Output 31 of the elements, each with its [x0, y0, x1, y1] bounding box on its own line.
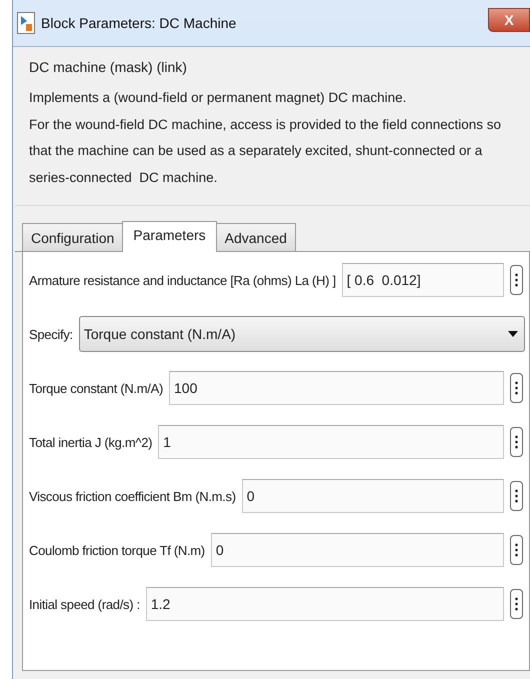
- input-field[interactable]: 1.2: [146, 587, 504, 621]
- description-line: For the wound-field DC machine, access is provided to the field connections so: [29, 116, 502, 134]
- more-options-icon[interactable]: [510, 481, 523, 511]
- more-options-icon[interactable]: [510, 265, 523, 295]
- caret-icon: [508, 331, 518, 337]
- description-line: that the machine can be used as a separately excited, shunt-connected or a: [29, 142, 484, 160]
- description-line: series-connected DC machine.: [29, 168, 218, 186]
- parameter-label: Armature resistance and inductance [Ra (ohms) La (H) ]: [29, 272, 336, 288]
- more-options-icon[interactable]: [510, 589, 523, 619]
- more-options-icon[interactable]: [510, 373, 523, 403]
- more-options-icon[interactable]: [510, 427, 523, 457]
- parameter-label: Coulomb friction torque Tf (N.m): [29, 542, 205, 558]
- more-options-icon[interactable]: [510, 535, 523, 565]
- block-icon: [17, 12, 35, 34]
- input-field[interactable]: [ 0.6 0.012]: [342, 263, 504, 297]
- description-line: Implements a (wound-field or permanent magnet) DC machine.: [29, 89, 408, 107]
- input-field[interactable]: 0: [210, 533, 504, 567]
- input-field[interactable]: 100: [169, 371, 504, 405]
- parameter-label: Total inertia J (kg.m^2): [29, 434, 152, 450]
- input-field[interactable]: 0: [242, 479, 504, 513]
- tab[interactable]: Parameters: [122, 221, 217, 252]
- parameter-label: Torque constant (N.m/A): [29, 380, 163, 396]
- parameter-label: Initial speed (rad/s) :: [29, 596, 140, 612]
- window-title: Block Parameters: DC Machine: [41, 15, 236, 31]
- group-title: DC machine (mask) (link): [28, 58, 188, 75]
- parameter-label: Viscous friction coefficient Bm (N.m.s): [29, 488, 236, 504]
- tab[interactable]: Configuration: [22, 223, 124, 251]
- input-field[interactable]: 1: [158, 425, 504, 459]
- parameter-label: Specify:: [29, 326, 73, 342]
- tab[interactable]: Advanced: [216, 223, 296, 251]
- dropdown[interactable]: Torque constant (N.m/A): [78, 316, 525, 352]
